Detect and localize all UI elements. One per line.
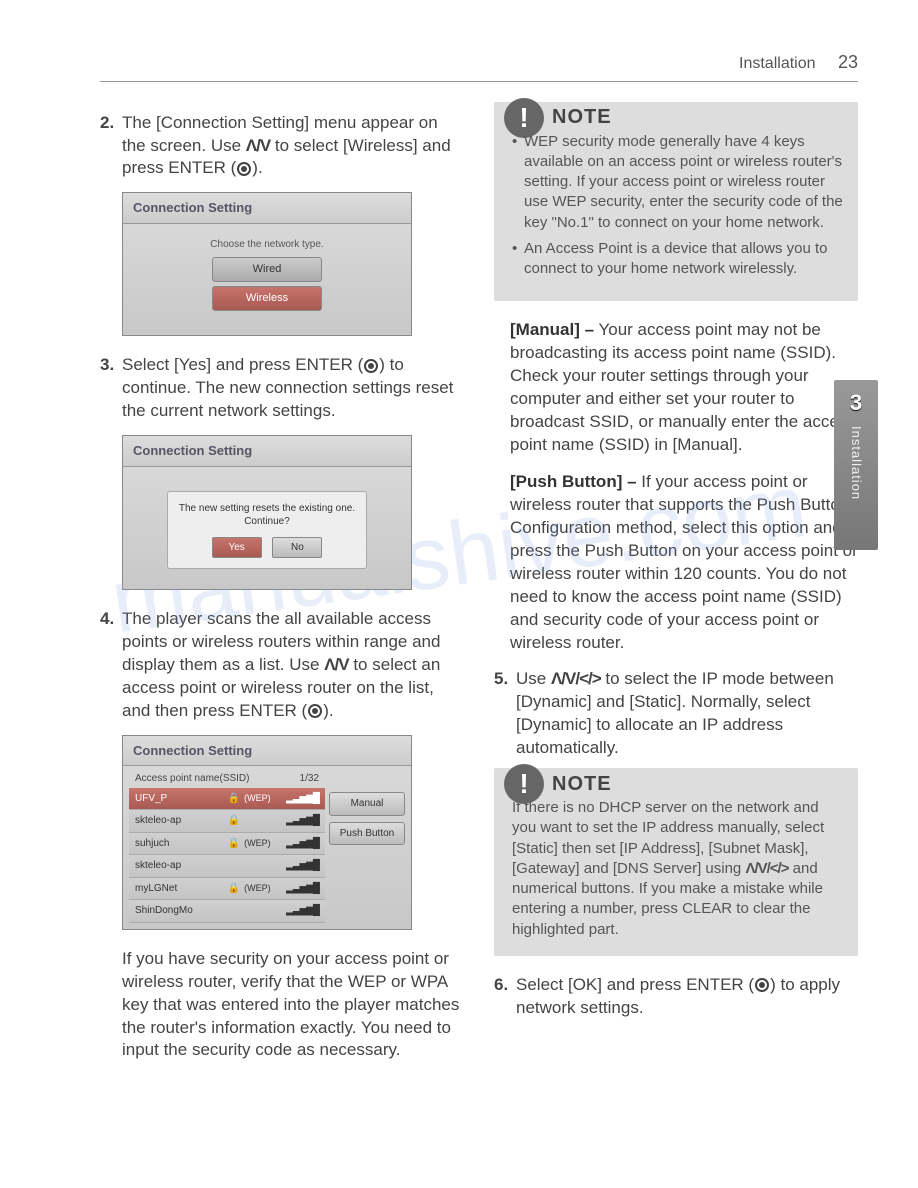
step-4-note: If you have security on your access poin… bbox=[100, 948, 464, 1063]
confirm-dialog: The new setting resets the existing one.… bbox=[167, 491, 367, 570]
note-list: WEP security mode generally have 4 keys … bbox=[512, 132, 844, 280]
step-number: 4. bbox=[100, 608, 122, 723]
enter-icon bbox=[755, 978, 769, 992]
screenshot-body: Choose the network type. Wired Wireless bbox=[123, 224, 411, 335]
wireless-option[interactable]: Wireless bbox=[212, 286, 322, 311]
note-item: WEP security mode generally have 4 keys … bbox=[512, 132, 844, 233]
screenshot-title: Connection Setting bbox=[123, 436, 411, 467]
note-header: ! NOTE bbox=[504, 764, 612, 804]
ap-name: suhjuch bbox=[135, 837, 224, 851]
screenshot-body: Access point name(SSID) 1/32 UFV_P 🔒 (WEP)… bbox=[123, 766, 411, 929]
step-4: 4. The player scans the all available ac… bbox=[100, 608, 464, 723]
page-header: Installation 23 bbox=[100, 50, 858, 82]
step-number: 3. bbox=[100, 354, 122, 423]
ap-name: myLGNet bbox=[135, 882, 224, 896]
screenshot-title: Connection Setting bbox=[123, 193, 411, 224]
ap-name: skteleo-ap bbox=[135, 859, 236, 873]
side-buttons: Manual Push Button bbox=[329, 792, 405, 851]
enter-icon bbox=[237, 162, 251, 176]
signal-icon: ▂▃▅▆█ bbox=[286, 904, 319, 918]
lock-icon: 🔒 bbox=[228, 814, 240, 828]
signal-icon: ▂▃▅▆█ bbox=[286, 837, 319, 851]
enter-icon bbox=[308, 704, 322, 718]
push-button-button[interactable]: Push Button bbox=[329, 822, 405, 846]
step-text: The [Connection Setting] menu appear on … bbox=[122, 112, 464, 181]
step-2: 2. The [Connection Setting] menu appear … bbox=[100, 112, 464, 181]
screenshot-ap-list: Connection Setting Access point name(SSI… bbox=[122, 735, 412, 930]
left-column: 2. The [Connection Setting] menu appear … bbox=[100, 112, 464, 1071]
note-label: NOTE bbox=[552, 104, 612, 131]
lock-icon: 🔒 bbox=[228, 792, 240, 806]
page-number: 23 bbox=[838, 52, 858, 72]
step-number: 5. bbox=[494, 668, 516, 760]
lock-icon: 🔒 bbox=[228, 882, 240, 896]
step-text: The player scans the all available acces… bbox=[122, 608, 464, 723]
step-text: Use Λ/V/</> to select the IP mode betwee… bbox=[516, 668, 858, 760]
page: Installation 23 manualshive.com 2. The [… bbox=[0, 0, 918, 1110]
dialog-message: The new setting resets the existing one.… bbox=[176, 502, 358, 529]
yes-button[interactable]: Yes bbox=[212, 537, 262, 559]
step-6: 6. Select [OK] and press ENTER () to app… bbox=[494, 974, 858, 1020]
ap-encryption: (WEP) bbox=[244, 837, 286, 849]
ap-list-row[interactable]: skteleo-ap ▂▃▅▆█ bbox=[129, 855, 325, 878]
ap-name: UFV_P bbox=[135, 792, 224, 806]
pushbutton-definition: [Push Button] – If your access point or … bbox=[494, 471, 858, 655]
nav-arrows-icon: Λ/V/</> bbox=[745, 860, 788, 877]
nav-arrows-icon: Λ/V/</> bbox=[551, 669, 601, 688]
ap-list-row[interactable]: suhjuch 🔒 (WEP)▂▃▅▆█ bbox=[129, 833, 325, 856]
lock-icon: 🔒 bbox=[228, 837, 240, 851]
header-section: Installation bbox=[739, 55, 816, 72]
step-text: Select [OK] and press ENTER () to apply … bbox=[516, 974, 858, 1020]
right-column: ! NOTE WEP security mode generally have … bbox=[494, 112, 858, 1071]
chapter-number: 3 bbox=[834, 380, 878, 420]
definition-label: [Manual] – bbox=[510, 320, 594, 339]
nav-arrows-icon: Λ/V bbox=[324, 655, 348, 674]
screenshot-body: The new setting resets the existing one.… bbox=[123, 467, 411, 590]
list-header: Access point name(SSID) 1/32 bbox=[129, 770, 325, 788]
step-number: 2. bbox=[100, 112, 122, 181]
screenshot-caption: Choose the network type. bbox=[133, 238, 401, 252]
ap-encryption: (WEP) bbox=[244, 792, 286, 804]
ap-name: skteleo-ap bbox=[135, 814, 224, 828]
screenshot-connection-type: Connection Setting Choose the network ty… bbox=[122, 192, 412, 336]
step-3: 3. Select [Yes] and press ENTER () to co… bbox=[100, 354, 464, 423]
signal-icon: ▂▃▅▆█ bbox=[286, 882, 319, 896]
signal-icon: ▂▃▅▆█ bbox=[286, 792, 319, 806]
manual-definition: [Manual] – Your access point may not be … bbox=[494, 319, 858, 457]
note-box-2: ! NOTE If there is no DHCP server on the… bbox=[494, 768, 858, 956]
no-button[interactable]: No bbox=[272, 537, 322, 559]
step-text: Select [Yes] and press ENTER () to conti… bbox=[122, 354, 464, 423]
step-5: 5. Use Λ/V/</> to select the IP mode bet… bbox=[494, 668, 858, 760]
note-item: An Access Point is a device that allows … bbox=[512, 239, 844, 280]
definition-label: [Push Button] – bbox=[510, 472, 637, 491]
note-label: NOTE bbox=[552, 771, 612, 798]
nav-arrows-icon: Λ/V bbox=[246, 136, 270, 155]
signal-icon: ▂▃▅▆█ bbox=[286, 814, 319, 828]
content-columns: 2. The [Connection Setting] menu appear … bbox=[100, 112, 858, 1071]
ap-list-row[interactable]: myLGNet 🔒 (WEP)▂▃▅▆█ bbox=[129, 878, 325, 901]
chapter-tab: 3 Installation bbox=[834, 380, 878, 550]
manual-button[interactable]: Manual bbox=[329, 792, 405, 816]
chapter-label: Installation bbox=[847, 426, 865, 500]
ap-list-row[interactable]: UFV_P 🔒 (WEP)▂▃▅▆█ bbox=[129, 788, 325, 811]
note-text: If there is no DHCP server on the networ… bbox=[512, 798, 844, 940]
enter-icon bbox=[364, 359, 378, 373]
ap-list-row[interactable]: skteleo-ap 🔒 ▂▃▅▆█ bbox=[129, 810, 325, 833]
ap-list-row[interactable]: ShinDongMo ▂▃▅▆█ bbox=[129, 900, 325, 923]
ap-encryption: (WEP) bbox=[244, 882, 286, 894]
screenshot-title: Connection Setting bbox=[123, 736, 411, 767]
note-box-1: ! NOTE WEP security mode generally have … bbox=[494, 102, 858, 302]
ap-name: ShinDongMo bbox=[135, 904, 236, 918]
wired-option[interactable]: Wired bbox=[212, 257, 322, 282]
step-number: 6. bbox=[494, 974, 516, 1020]
step-text: If you have security on your access poin… bbox=[122, 948, 464, 1063]
signal-icon: ▂▃▅▆█ bbox=[286, 859, 319, 873]
info-icon: ! bbox=[504, 764, 544, 804]
screenshot-confirm: Connection Setting The new setting reset… bbox=[122, 435, 412, 590]
